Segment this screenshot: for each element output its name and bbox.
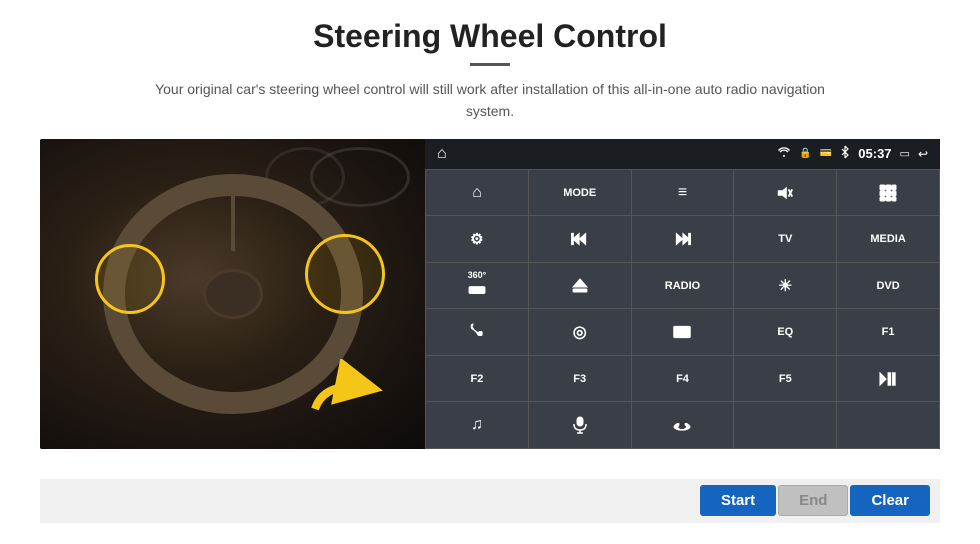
btn-playpause[interactable]	[837, 356, 939, 402]
btn-empty2	[837, 402, 939, 448]
status-bar: ⌂ 🔒 💳 05:37 ▭ ↩	[425, 139, 940, 169]
time-display: 05:37	[858, 146, 891, 161]
bt-icon	[840, 145, 850, 162]
btn-f1[interactable]: F1	[837, 309, 939, 355]
btn-radio[interactable]: RADIO	[632, 263, 734, 309]
btn-media[interactable]: MEDIA	[837, 216, 939, 262]
btn-dvd[interactable]: DVD	[837, 263, 939, 309]
page-subtitle: Your original car's steering wheel contr…	[150, 78, 830, 123]
btn-eject[interactable]	[529, 263, 631, 309]
page-container: Steering Wheel Control Your original car…	[0, 0, 980, 544]
btn-home[interactable]	[426, 170, 528, 216]
btn-f2[interactable]: F2	[426, 356, 528, 402]
wifi-icon	[777, 146, 791, 161]
btn-phone[interactable]	[426, 309, 528, 355]
btn-mic[interactable]	[529, 402, 631, 448]
btn-mode[interactable]: MODE	[529, 170, 631, 216]
btn-brightness[interactable]: ☀	[734, 263, 836, 309]
btn-music[interactable]: ♫	[426, 402, 528, 448]
status-left: ⌂	[437, 145, 447, 163]
highlight-left	[95, 244, 165, 314]
sw-center	[203, 269, 263, 319]
page-title: Steering Wheel Control	[313, 18, 667, 55]
btn-globe[interactable]: ◎	[529, 309, 631, 355]
clear-button[interactable]: Clear	[850, 485, 930, 516]
btn-f4[interactable]: F4	[632, 356, 734, 402]
bottom-buttons: Start End Clear	[40, 479, 940, 523]
btn-apps[interactable]	[837, 170, 939, 216]
btn-360[interactable]: 360°	[426, 263, 528, 309]
home-status-icon: ⌂	[437, 145, 447, 163]
steering-bg	[40, 139, 425, 449]
lock-icon: 🔒	[799, 148, 811, 159]
content-row: ⌂ 🔒 💳 05:37 ▭ ↩	[40, 139, 940, 479]
highlight-right	[305, 234, 385, 314]
btn-list[interactable]: ≡	[632, 170, 734, 216]
btn-f3[interactable]: F3	[529, 356, 631, 402]
btn-eq[interactable]: EQ	[734, 309, 836, 355]
btn-rect[interactable]	[632, 309, 734, 355]
screen-icon: ▭	[900, 147, 910, 160]
btn-empty1	[734, 402, 836, 448]
title-divider	[470, 63, 510, 66]
status-right: 🔒 💳 05:37 ▭ ↩	[777, 145, 928, 162]
btn-f5[interactable]: F5	[734, 356, 836, 402]
end-button[interactable]: End	[778, 485, 848, 516]
btn-callend[interactable]	[632, 402, 734, 448]
back-icon: ↩	[918, 147, 928, 161]
btn-settings[interactable]: ⚙	[426, 216, 528, 262]
btn-next[interactable]	[632, 216, 734, 262]
btn-prev[interactable]	[529, 216, 631, 262]
button-grid: MODE ≡	[425, 169, 940, 449]
yellow-arrow	[305, 359, 395, 424]
start-button[interactable]: Start	[700, 485, 776, 516]
card-icon: 💳	[820, 148, 832, 159]
steering-wheel-image	[40, 139, 425, 449]
btn-tv[interactable]: TV	[734, 216, 836, 262]
btn-mute[interactable]	[734, 170, 836, 216]
control-panel: ⌂ 🔒 💳 05:37 ▭ ↩	[425, 139, 940, 449]
